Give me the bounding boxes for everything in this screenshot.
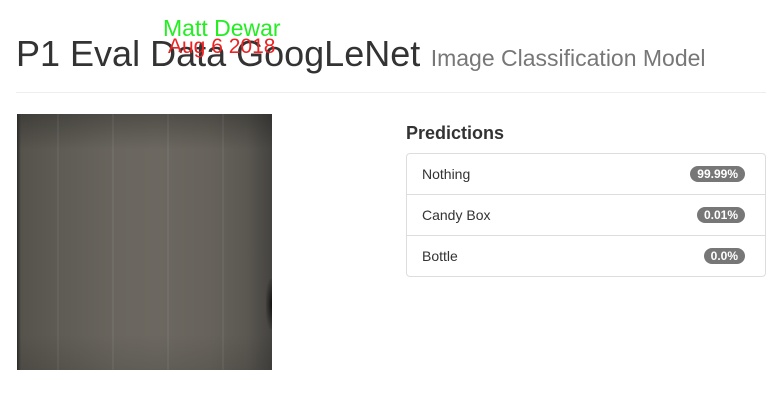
list-item: Candy Box 0.01% bbox=[407, 194, 765, 235]
confidence-badge: 0.0% bbox=[703, 248, 745, 264]
predictions-list: Nothing 99.99% Candy Box 0.01% Bottle 0.… bbox=[406, 153, 766, 277]
confidence-badge: 0.01% bbox=[696, 207, 745, 223]
predictions-heading: Predictions bbox=[406, 123, 505, 143]
page-header: P1 Eval Data GoogLeNet Image Classificat… bbox=[16, 32, 706, 76]
prediction-label: Bottle bbox=[422, 248, 458, 264]
input-image bbox=[17, 114, 272, 370]
header-divider bbox=[16, 92, 766, 93]
page-subtitle: Image Classification Model bbox=[430, 45, 706, 71]
watermark-date: Aug 6 2018 bbox=[168, 35, 276, 58]
prediction-label: Nothing bbox=[422, 166, 471, 182]
prediction-label: Candy Box bbox=[422, 207, 491, 223]
list-item: Nothing 99.99% bbox=[407, 154, 765, 194]
confidence-badge: 99.99% bbox=[690, 166, 745, 182]
list-item: Bottle 0.0% bbox=[407, 235, 765, 276]
